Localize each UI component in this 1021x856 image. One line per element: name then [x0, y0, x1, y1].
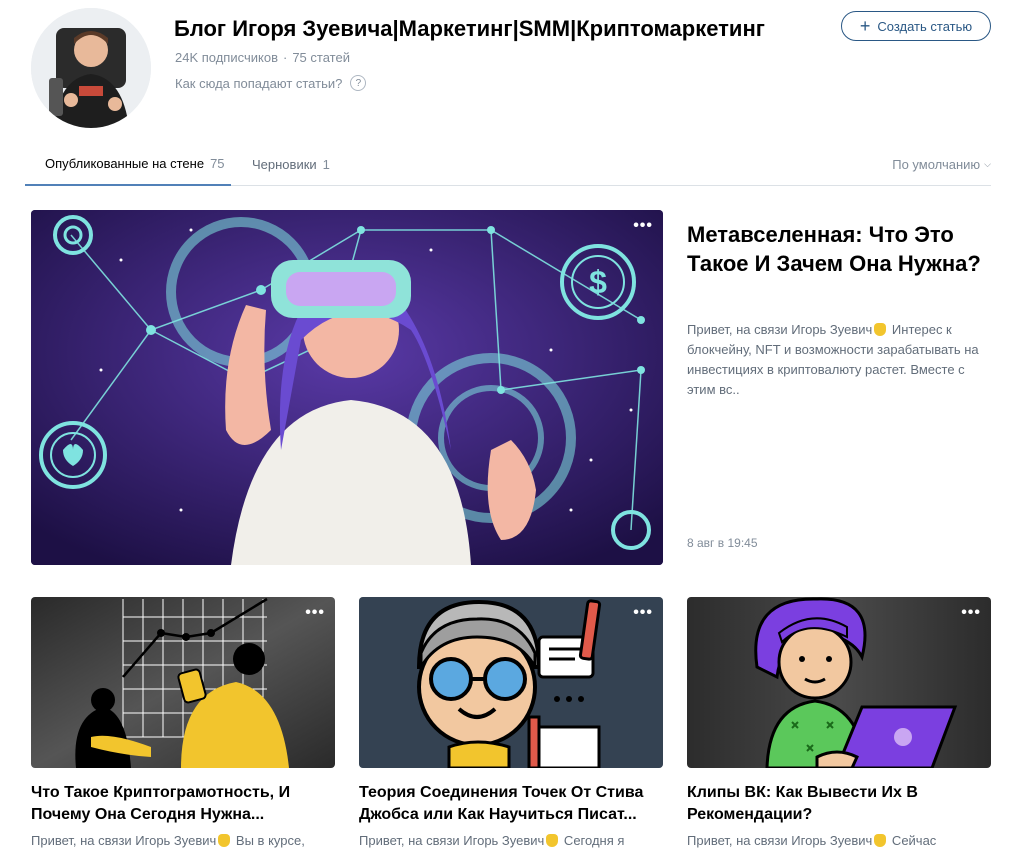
- raised-hand-emoji: [218, 834, 231, 847]
- tab-drafts[interactable]: Черновики 1: [252, 142, 330, 186]
- article-card-title[interactable]: Теория Соединения Точек От Стива Джобса …: [359, 782, 663, 826]
- card-desc-rest: Вы в курсе,: [232, 833, 305, 848]
- more-dots-icon[interactable]: •••: [633, 218, 653, 234]
- card-desc-intro: Привет, на связи Игорь Зуевич: [31, 833, 217, 848]
- blog-title: Блог Игоря Зуевича|Маркетинг|SMM|Криптом…: [174, 16, 765, 41]
- more-dots-icon[interactable]: •••: [305, 605, 325, 621]
- article-card-image[interactable]: •••: [359, 597, 663, 768]
- featured-article-title[interactable]: Метавселенная: Что Это Такое И Зачем Она…: [687, 220, 987, 278]
- featured-article-description: Привет, на связи Игорь Зуевич Интерес к …: [687, 320, 992, 400]
- plus-icon: +: [859, 16, 871, 36]
- connecting-dots-illustration: [359, 597, 663, 768]
- sort-label: По умолчанию: [892, 156, 981, 172]
- raised-hand-emoji: [546, 834, 559, 847]
- create-article-label: Создать статью: [877, 18, 973, 34]
- subscribers-count[interactable]: 24K подписчиков: [175, 50, 278, 65]
- tab-published-label: Опубликованные на стене: [45, 155, 205, 171]
- blog-header: Блог Игоря Зуевича|Маркетинг|SMM|Криптом…: [0, 0, 1021, 140]
- article-card-image[interactable]: •••: [31, 597, 335, 768]
- article-card-description: Привет, на связи Игорь Зуевич Вы в курсе…: [31, 832, 335, 849]
- tab-published-count: 75: [210, 155, 225, 171]
- article-card-description: Привет, на связи Игорь Зуевич Сейчас: [687, 832, 991, 849]
- tabs-bar: Опубликованные на стене 75 Черновики 1 П…: [25, 142, 991, 186]
- featured-desc-intro: Привет, на связи Игорь Зуевич: [687, 322, 873, 337]
- article-card-title[interactable]: Клипы ВК: Как Вывести Их В Рекомендации?: [687, 782, 991, 826]
- tab-drafts-count: 1: [322, 156, 330, 172]
- tab-drafts-label: Черновики: [252, 156, 317, 172]
- article-card[interactable]: ••• Что Такое Криптограмотность, И Почем…: [31, 597, 335, 856]
- featured-article-image[interactable]: $ •••: [31, 210, 663, 565]
- featured-article-date: 8 авг в 19:45: [687, 536, 758, 550]
- article-card[interactable]: ••• Клипы ВК: Как Вывести Их В Рекоменда…: [687, 597, 991, 856]
- avatar-photo: [31, 8, 151, 128]
- articles-count: 75 статей: [292, 50, 350, 65]
- sort-dropdown[interactable]: По умолчанию ⌵: [892, 142, 991, 186]
- avatar[interactable]: [31, 8, 151, 128]
- svg-text:$: $: [589, 264, 607, 300]
- create-article-button[interactable]: + Создать статью: [841, 11, 991, 41]
- card-desc-intro: Привет, на связи Игорь Зуевич: [359, 833, 545, 848]
- card-desc-rest: Сегодня я: [560, 833, 625, 848]
- help-link[interactable]: Как сюда попадают статьи?: [175, 76, 342, 91]
- help-row[interactable]: Как сюда попадают статьи? ?: [175, 75, 367, 91]
- metaverse-illustration: $: [31, 210, 663, 565]
- question-icon[interactable]: ?: [350, 75, 367, 91]
- chevron-down-icon: ⌵: [984, 158, 991, 169]
- blog-meta: 24K подписчиков · 75 статей: [175, 50, 350, 65]
- article-card-description: Привет, на связи Игорь Зуевич Сегодня я: [359, 832, 663, 849]
- raised-hand-emoji: [874, 834, 887, 847]
- card-desc-intro: Привет, на связи Игорь Зуевич: [687, 833, 873, 848]
- tab-published[interactable]: Опубликованные на стене 75: [25, 142, 231, 186]
- crypto-literacy-illustration: [31, 597, 335, 768]
- article-card-title[interactable]: Что Такое Криптограмотность, И Почему Он…: [31, 782, 335, 826]
- more-dots-icon[interactable]: •••: [961, 605, 981, 621]
- card-desc-rest: Сейчас: [888, 833, 937, 848]
- vk-clips-illustration: [687, 597, 991, 768]
- article-card[interactable]: ••• Теория Соединения Точек От Стива Джо…: [359, 597, 663, 856]
- more-dots-icon[interactable]: •••: [633, 605, 653, 621]
- raised-hand-emoji: [874, 323, 887, 336]
- meta-separator: ·: [282, 50, 288, 65]
- article-card-image[interactable]: •••: [687, 597, 991, 768]
